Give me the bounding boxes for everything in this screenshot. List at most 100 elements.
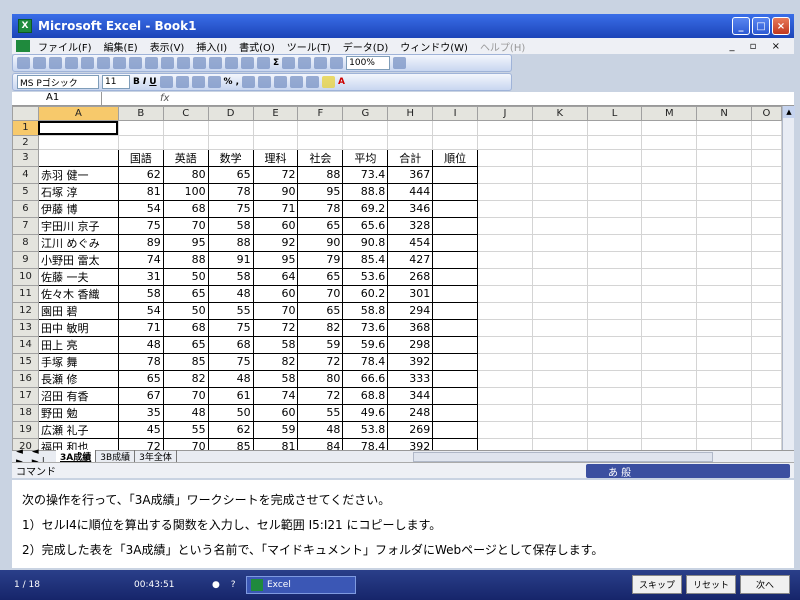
- cell[interactable]: [750, 134, 782, 150]
- cell[interactable]: 82: [252, 352, 299, 371]
- sort-ascending-icon[interactable]: [282, 57, 296, 69]
- cell[interactable]: 90.8: [342, 233, 389, 252]
- cell[interactable]: [477, 352, 533, 371]
- cell[interactable]: [586, 120, 643, 136]
- cell[interactable]: [342, 134, 389, 150]
- cell[interactable]: 70: [162, 216, 209, 235]
- row-header[interactable]: 6: [12, 199, 39, 218]
- menu-view[interactable]: 表示(V): [150, 39, 185, 54]
- underline-icon[interactable]: U: [149, 77, 156, 87]
- print-preview-icon[interactable]: [113, 57, 126, 69]
- column-header[interactable]: D: [207, 106, 254, 122]
- cell[interactable]: 72: [297, 386, 344, 405]
- cell[interactable]: 58: [252, 369, 299, 388]
- cell[interactable]: 59: [297, 335, 344, 354]
- align-left-icon[interactable]: [159, 76, 173, 88]
- fill-color-icon[interactable]: [322, 76, 335, 88]
- cell[interactable]: 62: [117, 165, 164, 184]
- cell[interactable]: 58: [207, 267, 254, 286]
- cell[interactable]: 55: [297, 403, 344, 422]
- cell[interactable]: [432, 250, 479, 269]
- row-header[interactable]: 7: [12, 216, 39, 235]
- cell[interactable]: 72: [252, 318, 299, 337]
- cell[interactable]: 58: [117, 284, 164, 303]
- cell[interactable]: [432, 134, 479, 150]
- cell[interactable]: 53.6: [342, 267, 389, 286]
- cell[interactable]: [531, 318, 588, 337]
- menu-edit[interactable]: 編集(E): [104, 39, 138, 54]
- cell[interactable]: [586, 318, 643, 337]
- cell[interactable]: 88: [207, 233, 254, 252]
- cell[interactable]: [586, 250, 643, 269]
- cell[interactable]: [531, 233, 588, 252]
- cell[interactable]: 70: [252, 301, 299, 320]
- cell[interactable]: 社会: [297, 148, 344, 167]
- cell[interactable]: 理科: [252, 148, 299, 167]
- cell[interactable]: 62: [207, 420, 254, 439]
- email-icon[interactable]: [81, 57, 94, 69]
- italic-icon[interactable]: I: [143, 77, 146, 87]
- cell[interactable]: [750, 369, 782, 388]
- ime-toolbar[interactable]: あ 般: [586, 464, 790, 479]
- cell[interactable]: 65: [297, 301, 344, 320]
- cell[interactable]: [586, 134, 643, 150]
- column-header[interactable]: L: [586, 106, 643, 122]
- cell[interactable]: [531, 301, 588, 320]
- cell[interactable]: 73.6: [342, 318, 389, 337]
- cell[interactable]: 平均: [342, 148, 389, 167]
- cell[interactable]: [750, 420, 782, 439]
- cut-icon[interactable]: [161, 57, 174, 69]
- cell[interactable]: [37, 120, 119, 136]
- cell[interactable]: [641, 318, 698, 337]
- fx-icon[interactable]: fx: [160, 93, 169, 104]
- cell[interactable]: 392: [387, 352, 434, 371]
- align-right-icon[interactable]: [191, 76, 205, 88]
- cell[interactable]: 65: [297, 267, 344, 286]
- cell[interactable]: 78.4: [342, 352, 389, 371]
- cell[interactable]: 298: [387, 335, 434, 354]
- cell[interactable]: [162, 134, 209, 150]
- cell[interactable]: 61: [207, 386, 254, 405]
- cell[interactable]: 84: [297, 437, 344, 450]
- cell[interactable]: [696, 284, 752, 303]
- close-button[interactable]: ×: [772, 17, 790, 35]
- cell[interactable]: [696, 182, 752, 201]
- cell[interactable]: 60: [252, 284, 299, 303]
- cell[interactable]: 301: [387, 284, 434, 303]
- next-button[interactable]: 次へ: [740, 575, 790, 594]
- cell[interactable]: 国語: [117, 148, 164, 167]
- cell[interactable]: 72: [117, 437, 164, 450]
- cell[interactable]: 佐々木 香織: [37, 284, 119, 303]
- cell[interactable]: 石塚 淳: [37, 182, 119, 201]
- column-header[interactable]: F: [297, 106, 344, 122]
- cell[interactable]: [531, 120, 588, 136]
- cell[interactable]: 91: [207, 250, 254, 269]
- menu-window[interactable]: ウィンドウ(W): [400, 39, 468, 54]
- row-header[interactable]: 14: [12, 335, 39, 354]
- cell[interactable]: 89: [117, 233, 164, 252]
- cell[interactable]: 48: [117, 335, 164, 354]
- cell[interactable]: [531, 182, 588, 201]
- cell[interactable]: 78: [297, 199, 344, 218]
- cell[interactable]: [37, 148, 119, 167]
- menu-file[interactable]: ファイル(F): [38, 39, 92, 54]
- cell[interactable]: 68.8: [342, 386, 389, 405]
- cell[interactable]: 合計: [387, 148, 434, 167]
- cell[interactable]: 294: [387, 301, 434, 320]
- row-header[interactable]: 16: [12, 369, 39, 388]
- select-all-corner[interactable]: [12, 106, 39, 122]
- cell[interactable]: 58: [252, 335, 299, 354]
- cell[interactable]: [586, 403, 643, 422]
- cell[interactable]: 65: [162, 335, 209, 354]
- cell[interactable]: [531, 216, 588, 235]
- cell[interactable]: [432, 165, 479, 184]
- cell[interactable]: 50: [207, 403, 254, 422]
- cell[interactable]: [750, 165, 782, 184]
- column-header[interactable]: O: [750, 106, 782, 122]
- cell[interactable]: 長瀬 修: [37, 369, 119, 388]
- cell[interactable]: [696, 420, 752, 439]
- cell[interactable]: 45: [117, 420, 164, 439]
- cell[interactable]: [477, 165, 533, 184]
- spelling-icon[interactable]: [129, 57, 142, 69]
- cell[interactable]: 79: [297, 250, 344, 269]
